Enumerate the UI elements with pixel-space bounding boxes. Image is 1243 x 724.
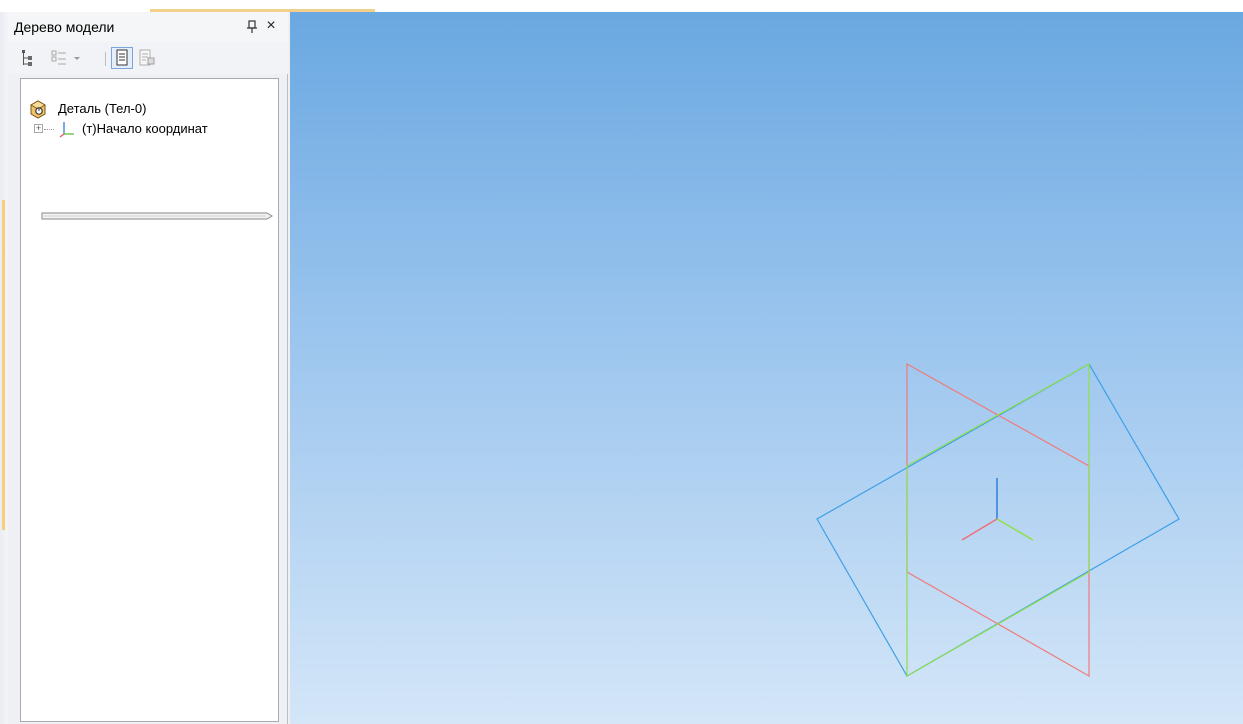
panel-title: Дерево модели bbox=[14, 19, 115, 35]
tree-item-label: Деталь (Тел-0) bbox=[58, 101, 147, 116]
horizontal-scrollbar[interactable] bbox=[41, 212, 273, 220]
toolbar-separator bbox=[105, 52, 106, 66]
pin-icon[interactable] bbox=[245, 20, 259, 34]
window-top-strip bbox=[0, 0, 1243, 12]
3d-viewport[interactable] bbox=[290, 12, 1243, 724]
coordinate-origin-icon bbox=[56, 120, 76, 138]
list-view-icon[interactable] bbox=[48, 47, 70, 69]
y-axis bbox=[996, 518, 1034, 541]
close-icon[interactable]: × bbox=[263, 18, 279, 34]
tree-structure-icon[interactable] bbox=[18, 47, 40, 69]
tree-item-label: (т)Начало координат bbox=[82, 121, 208, 136]
part-icon bbox=[28, 99, 48, 119]
tree-connector bbox=[44, 129, 54, 130]
left-dock-edge bbox=[0, 12, 8, 724]
x-axis bbox=[961, 518, 998, 541]
model-tree[interactable]: Деталь (Тел-0) + (т)Начало координат bbox=[20, 78, 279, 722]
dropdown-arrow-icon[interactable] bbox=[70, 47, 84, 69]
expand-plus-icon[interactable]: + bbox=[34, 124, 43, 133]
panel-header: Дерево модели × bbox=[8, 12, 288, 42]
model-tree-panel: Дерево модели × Деталь (Тел-0) + (т)Нача… bbox=[8, 12, 288, 724]
document-properties-icon[interactable] bbox=[136, 47, 158, 69]
document-view-icon[interactable] bbox=[111, 47, 133, 69]
scene-geometry bbox=[816, 362, 1180, 678]
dock-marker bbox=[2, 200, 5, 530]
panel-toolbar bbox=[8, 42, 288, 74]
